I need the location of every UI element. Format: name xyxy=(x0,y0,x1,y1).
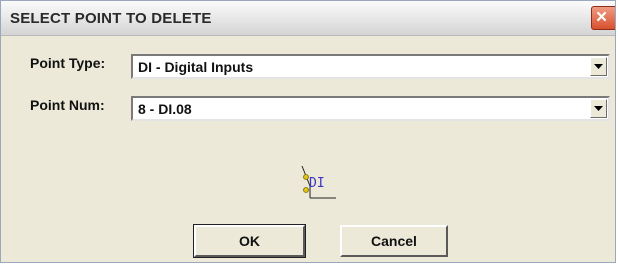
window-title: SELECT POINT TO DELETE xyxy=(10,10,212,27)
cancel-button[interactable]: Cancel xyxy=(340,225,448,257)
chevron-down-icon xyxy=(594,106,603,111)
point-type-value: DI - Digital Inputs xyxy=(138,59,254,75)
point-type-select[interactable]: DI - Digital Inputs xyxy=(131,54,610,79)
select-point-dialog: SELECT POINT TO DELETE × Point Type: DI … xyxy=(0,0,616,263)
point-num-select[interactable]: 8 - DI.08 xyxy=(131,96,610,121)
digital-input-icon: DI xyxy=(296,160,341,200)
di-icon-text: DI xyxy=(309,176,325,191)
point-num-dropdown-button[interactable] xyxy=(590,99,607,118)
ok-button[interactable]: OK xyxy=(193,224,306,258)
point-num-value: 8 - DI.08 xyxy=(138,101,192,117)
point-type-label: Point Type: xyxy=(30,55,106,71)
close-icon: × xyxy=(596,7,608,28)
title-bar[interactable]: SELECT POINT TO DELETE × xyxy=(1,1,615,36)
close-button[interactable]: × xyxy=(591,6,615,30)
point-num-label: Point Num: xyxy=(30,97,105,113)
chevron-down-icon xyxy=(594,64,603,69)
point-type-dropdown-button[interactable] xyxy=(590,57,607,76)
